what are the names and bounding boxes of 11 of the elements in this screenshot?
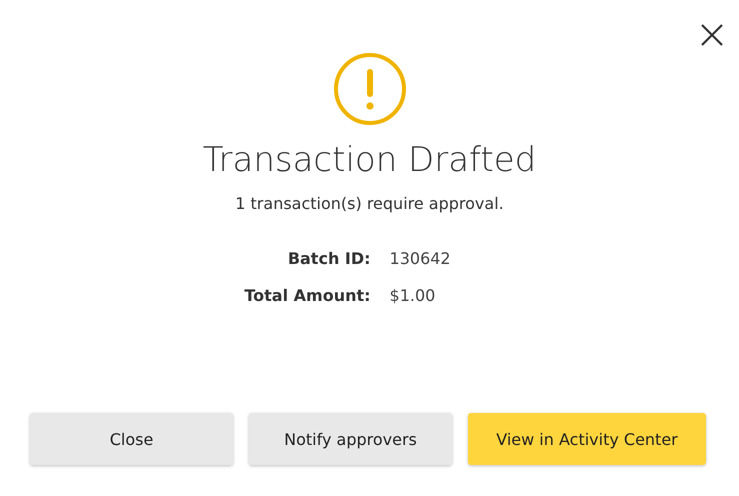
dialog-button[interactable]: Close <box>30 413 233 465</box>
warning-icon <box>332 52 406 126</box>
detail-value: $1.00 <box>390 286 436 305</box>
primary-button[interactable]: View in Activity Center <box>468 413 706 465</box>
dialog-button[interactable]: Notify approvers <box>249 413 452 465</box>
dialog-title: Transaction Drafted <box>202 140 536 180</box>
detail-label: Total Amount: <box>244 286 371 305</box>
close-icon[interactable] <box>700 23 724 47</box>
detail-label: Batch ID: <box>286 249 371 268</box>
detail-value: 130642 <box>390 249 451 268</box>
dialog-message: 1 transaction(s) require approval. <box>235 194 504 213</box>
